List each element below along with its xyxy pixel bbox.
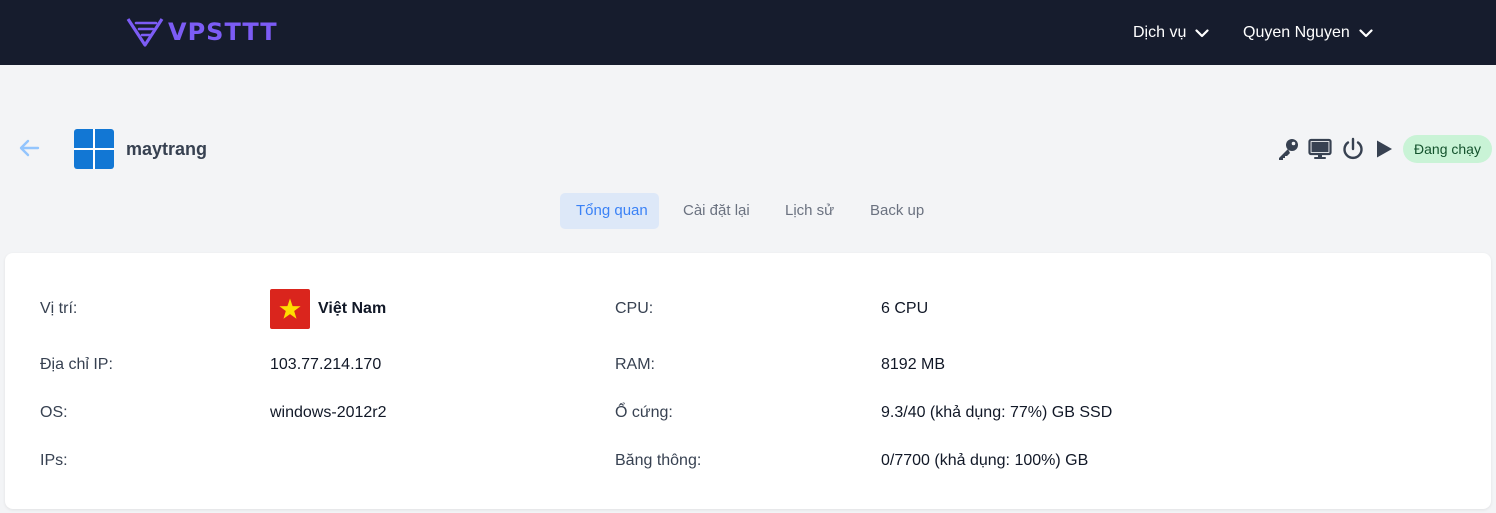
play-icon[interactable]	[1372, 137, 1396, 161]
console-icon[interactable]	[1308, 137, 1332, 161]
tab-overview[interactable]: Tổng quan	[560, 193, 659, 229]
chevron-down-icon	[1195, 28, 1209, 37]
bandwidth-label: Băng thông:	[615, 452, 702, 469]
bandwidth-value: 0/7700 (khả dụng: 100%) GB	[881, 452, 1089, 469]
power-icon[interactable]	[1341, 137, 1365, 161]
nav-user-menu[interactable]: Quyen Nguyen	[1243, 22, 1373, 44]
vm-details-card: Vị trí: Việt Nam Địa chỉ IP: 103.77.214.…	[5, 253, 1491, 509]
cpu-label: CPU:	[615, 300, 654, 317]
location-value: Việt Nam	[318, 300, 387, 317]
cpu-value: 6 CPU	[881, 300, 929, 317]
nav-services-label: Dịch vụ	[1133, 24, 1187, 41]
os-value: windows-2012r2	[270, 404, 387, 421]
status-badge: Đang chạy	[1403, 135, 1492, 163]
vietnam-flag-icon	[270, 289, 310, 329]
ip-label: Địa chỉ IP:	[40, 356, 113, 373]
ram-label: RAM:	[615, 356, 655, 373]
brand-name: VPSTTT	[168, 18, 278, 46]
os-label: OS:	[40, 404, 68, 421]
ip-value: 103.77.214.170	[270, 356, 382, 373]
ips-label: IPs:	[40, 452, 68, 469]
chevron-down-icon	[1359, 28, 1373, 37]
tab-reinstall[interactable]: Cài đặt lại	[667, 193, 766, 229]
ram-value: 8192 MB	[881, 356, 946, 373]
disk-value: 9.3/40 (khả dụng: 77%) GB SSD	[881, 404, 1113, 421]
disk-label: Ổ cứng:	[615, 404, 673, 421]
brand-logo[interactable]: VPSTTT	[126, 15, 278, 49]
brand-logo-icon	[126, 18, 164, 47]
key-icon[interactable]	[1276, 137, 1300, 161]
nav-user-label: Quyen Nguyen	[1243, 24, 1350, 41]
windows-logo-icon	[74, 129, 114, 169]
location-label: Vị trí:	[40, 300, 78, 317]
tab-history[interactable]: Lịch sử	[769, 193, 850, 229]
top-navbar: VPSTTT Dịch vụ Quyen Nguyen	[0, 0, 1496, 65]
nav-services-menu[interactable]: Dịch vụ	[1133, 22, 1209, 44]
tab-backup[interactable]: Back up	[854, 193, 940, 229]
vm-name: maytrang	[126, 139, 208, 159]
back-arrow-icon[interactable]	[18, 139, 40, 157]
